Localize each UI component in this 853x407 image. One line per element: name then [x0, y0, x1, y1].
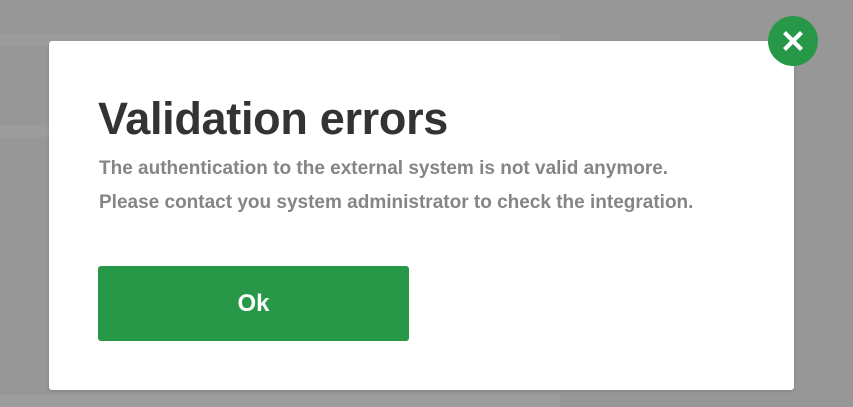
ok-button[interactable]: Ok: [98, 266, 409, 341]
background-row: [0, 395, 560, 407]
validation-errors-dialog: Validation errors The authentication to …: [49, 41, 794, 390]
close-button[interactable]: [768, 16, 818, 66]
dialog-message: The authentication to the external syste…: [99, 152, 779, 220]
dialog-title: Validation errors: [98, 93, 449, 144]
dialog-message-line: Please contact you system administrator …: [99, 192, 694, 213]
close-icon: [783, 31, 803, 51]
dialog-message-line: The authentication to the external syste…: [99, 158, 669, 179]
